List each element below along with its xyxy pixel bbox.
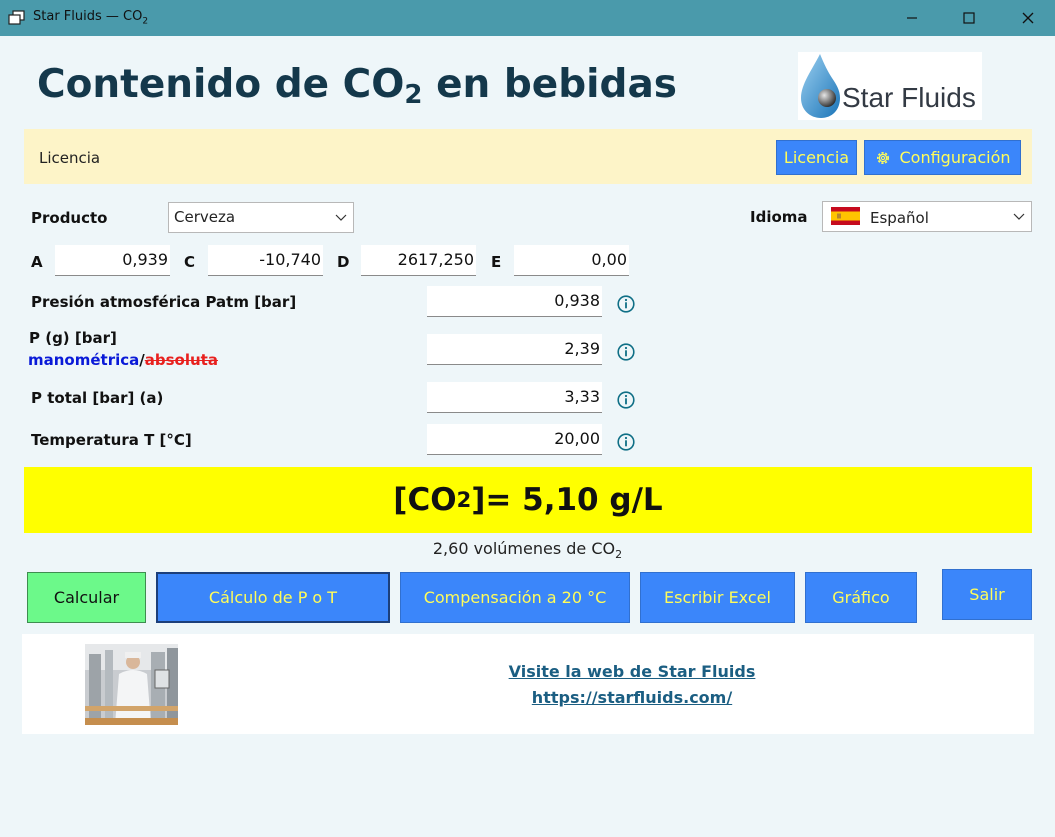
co2-volumes: 2,60 volúmenes de CO2 — [432, 539, 623, 562]
pg-label: P (g) [bar] — [29, 329, 117, 347]
coefficient-e-label: E — [491, 253, 502, 271]
droplet-gear-icon — [801, 54, 840, 118]
coefficient-c-input[interactable]: -10,740 — [208, 245, 323, 276]
temperature-label: Temperatura T [°C] — [31, 431, 192, 449]
license-button[interactable]: Licencia — [776, 140, 857, 175]
close-icon — [1022, 12, 1034, 24]
coefficient-d-input[interactable]: 2617,250 — [361, 245, 476, 276]
product-label: Producto — [31, 209, 108, 227]
website-url-link[interactable]: https://starfluids.com/ — [22, 688, 1055, 707]
calculo-p-o-t-button[interactable]: Cálculo de P o T — [156, 572, 390, 623]
coefficient-e-input[interactable]: 0,00 — [514, 245, 629, 276]
absolute-mode-label[interactable]: absoluta — [145, 351, 218, 369]
grafico-button[interactable]: Gráfico — [805, 572, 917, 623]
chevron-down-icon — [335, 214, 347, 221]
info-icon[interactable] — [617, 391, 635, 409]
lab-technician-image — [85, 644, 178, 725]
page-title: Contenido de CO2 en bebidas — [37, 62, 677, 110]
window-titlebar[interactable]: Star Fluids — CO2 — [0, 0, 1055, 36]
product-select[interactable]: Cerveza — [168, 202, 354, 233]
pressure-mode-toggle[interactable]: manométrica/absoluta — [28, 351, 218, 369]
coefficient-a-input[interactable]: 0,939 — [55, 245, 170, 276]
temperature-input[interactable]: 20,00 — [427, 424, 602, 455]
compensacion-button[interactable]: Compensación a 20 °C — [400, 572, 630, 623]
footer-panel: Visite la web de Star Fluids https://sta… — [22, 634, 1034, 734]
info-icon[interactable] — [617, 433, 635, 451]
gauge-mode-label[interactable]: manométrica — [28, 351, 139, 369]
patm-label: Presión atmosférica Patm [bar] — [31, 293, 297, 311]
spain-flag-icon — [831, 207, 860, 225]
coefficient-d-label: D — [337, 253, 350, 271]
logo-text: Star Fluids — [842, 82, 976, 113]
chevron-down-icon — [1013, 213, 1025, 220]
language-value: Español — [870, 209, 929, 227]
language-label: Idioma — [750, 208, 808, 226]
configuration-button[interactable]: Configuración — [864, 140, 1021, 175]
coefficient-a-label: A — [31, 253, 43, 271]
product-value: Cerveza — [174, 208, 236, 226]
salir-button[interactable]: Salir — [942, 569, 1032, 620]
ptotal-input[interactable]: 3,33 — [427, 382, 602, 413]
patm-input[interactable]: 0,938 — [427, 286, 602, 317]
info-icon[interactable] — [617, 295, 635, 313]
star-fluids-logo: Star Fluids — [798, 52, 982, 120]
escribir-excel-button[interactable]: Escribir Excel — [640, 572, 795, 623]
language-select[interactable]: Español — [822, 201, 1032, 232]
co2-result: [CO 2]= 5,10 g/L — [24, 467, 1032, 533]
app-window-icon — [8, 10, 25, 25]
gear-icon — [877, 151, 890, 164]
info-icon[interactable] — [617, 343, 635, 361]
window-title: Star Fluids — CO2 — [33, 9, 149, 27]
coefficient-c-label: C — [184, 253, 196, 271]
maximize-icon — [963, 12, 975, 24]
maximize-button[interactable] — [946, 0, 992, 36]
pg-input[interactable]: 2,39 — [427, 334, 602, 365]
close-button[interactable] — [1005, 0, 1051, 36]
minimize-icon — [907, 17, 917, 19]
website-text-link[interactable]: Visite la web de Star Fluids — [22, 662, 1055, 681]
configuration-label: Configuración — [899, 148, 1011, 167]
ptotal-label: P total [bar] (a) — [31, 389, 164, 407]
calcular-button[interactable]: Calcular — [27, 572, 146, 623]
license-label: Licencia — [39, 149, 101, 167]
minimize-button[interactable] — [889, 0, 935, 36]
